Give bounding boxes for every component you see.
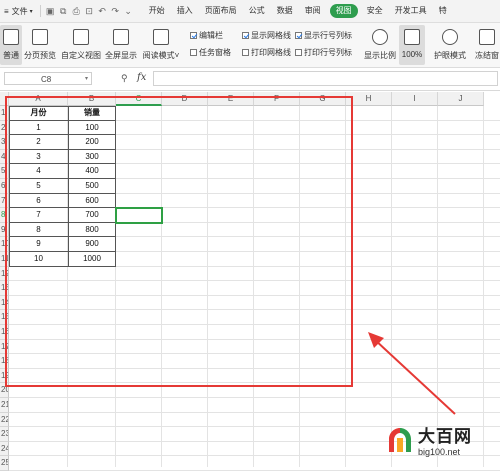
zoom-100-label: 100% [401,50,423,59]
page-break-icon [32,29,48,45]
custom-view-icon [73,29,89,45]
export-icon[interactable]: ⧉ [58,6,69,17]
print-headers-checkbox[interactable]: 打印行号列标 [295,47,352,58]
tab-7[interactable]: 安全 [361,0,389,22]
normal-view-button[interactable]: 普通 [0,25,22,65]
zoom-label: 显示比例 [364,51,396,60]
zoom-button[interactable]: 显示比例 [362,25,398,65]
eye-icon [442,29,458,45]
show-gridlines-label: 显示网格线 [251,31,291,40]
reading-mode-icon [153,29,169,45]
custom-view-label: 自定义视图 [61,51,101,60]
fullscreen-button[interactable]: 全屏显示 [103,25,139,65]
tab-3[interactable]: 公式 [243,0,271,22]
redo-icon[interactable]: ↷ [110,6,121,17]
watermark-title: 大百网 [418,427,472,446]
task-pane-label: 任务窗格 [199,48,231,57]
tab-5[interactable]: 审阅 [299,0,327,22]
reading-mode-text: 阅读模式 [142,51,175,60]
divider [39,5,41,17]
page-break-preview-button[interactable]: 分页预览 [23,25,57,65]
watermark: 大百网 big100.net [382,412,500,467]
show-gridlines-checkbox[interactable]: 显示网格线 [242,30,291,41]
formula-bar-label: 编辑栏 [199,31,223,40]
checkbox-icon [295,49,302,56]
eye-mode-label: 护眼模式 [434,51,466,60]
checkbox-checked-icon [242,32,249,39]
reading-mode-label: 阅读模式˅ [143,50,180,61]
show-headers-checkbox[interactable]: 显示行号列标 [295,30,352,41]
eye-mode-button[interactable]: 护眼模式 [432,25,468,65]
menu-bar: ≡ 文件 ▾ ▣ ⧉ ⎙ ⊡ ↶ ↷ ⌄ 开始 插入 页面布局 公式 数据 审阅 视图 安全开… [0,0,500,23]
print-preview-icon[interactable]: ⊡ [84,6,95,17]
chevron-down-icon: ▾ [29,8,33,15]
zoom-100-icon [404,29,420,45]
fx-icon[interactable]: fx [137,72,146,83]
watermark-logo-icon [389,427,411,452]
file-menu-label: 文件 [11,6,28,16]
normal-view-icon [3,29,19,45]
tab-2[interactable]: 页面布局 [199,0,243,22]
watermark-logo [386,426,414,454]
freeze-panes-button[interactable]: 冻结窗 [474,25,500,65]
reading-mode-button[interactable]: 阅读模式˅ [142,25,180,65]
menu-icon: ≡ [4,6,9,16]
formula-bar: C8 ▾ ⚲ fx [0,68,500,91]
ribbon-view: 普通 分页预览 自定义视图 全屏显示 阅读模式˅ 编辑栏 任务窗格 显示网格线 … [0,23,500,68]
fullscreen-label: 全屏显示 [105,51,137,60]
zoom-100-button[interactable]: 100% [399,25,425,65]
normal-view-label: 普通 [3,51,19,60]
checkbox-icon [190,49,197,56]
page-break-label: 分页预览 [24,51,56,60]
save-icon[interactable]: ▣ [45,6,56,17]
freeze-label: 冻结窗 [475,51,499,60]
freeze-icon [479,29,495,45]
watermark-url: big100.net [418,447,461,457]
spreadsheet-grid[interactable]: ABCDEFGHIJ123456789101112131415161718192… [0,92,500,471]
zoom-formula-icon[interactable]: ⚲ [121,73,128,84]
task-pane-checkbox[interactable]: 任务窗格 [190,47,231,58]
undo-icon[interactable]: ↶ [97,6,108,17]
annotation-arrow [368,332,456,415]
checkbox-checked-icon [295,32,302,39]
print-icon[interactable]: ⎙ [71,6,82,17]
tab-6[interactable]: 视图 [329,4,358,18]
checkbox-icon [242,49,249,56]
chevron-down-icon: ˅ [174,51,180,60]
print-gridlines-checkbox[interactable]: 打印网格线 [242,47,291,58]
fullscreen-icon [113,29,129,45]
file-menu[interactable]: ≡ 文件 ▾ [0,6,37,17]
tab-0[interactable]: 开始 [143,0,171,22]
name-box[interactable]: C8 ▾ [4,72,92,85]
tab-8[interactable]: 开发工具 [389,0,433,22]
chevron-down-icon[interactable]: ▾ [85,73,88,86]
show-headers-label: 显示行号列标 [304,31,352,40]
print-headers-label: 打印行号列标 [304,48,352,57]
more-icon[interactable]: ⌄ [123,6,134,17]
checkbox-checked-icon [190,32,197,39]
custom-view-button[interactable]: 自定义视图 [60,25,102,65]
tab-9[interactable]: 特 [433,0,453,22]
tab-1[interactable]: 插入 [171,0,199,22]
formula-input[interactable] [153,71,498,86]
tab-4[interactable]: 数据 [271,0,299,22]
print-gridlines-label: 打印网格线 [251,48,291,57]
formula-bar-checkbox[interactable]: 编辑栏 [190,30,223,41]
name-box-value: C8 [41,75,52,84]
magnifier-icon [372,29,388,45]
